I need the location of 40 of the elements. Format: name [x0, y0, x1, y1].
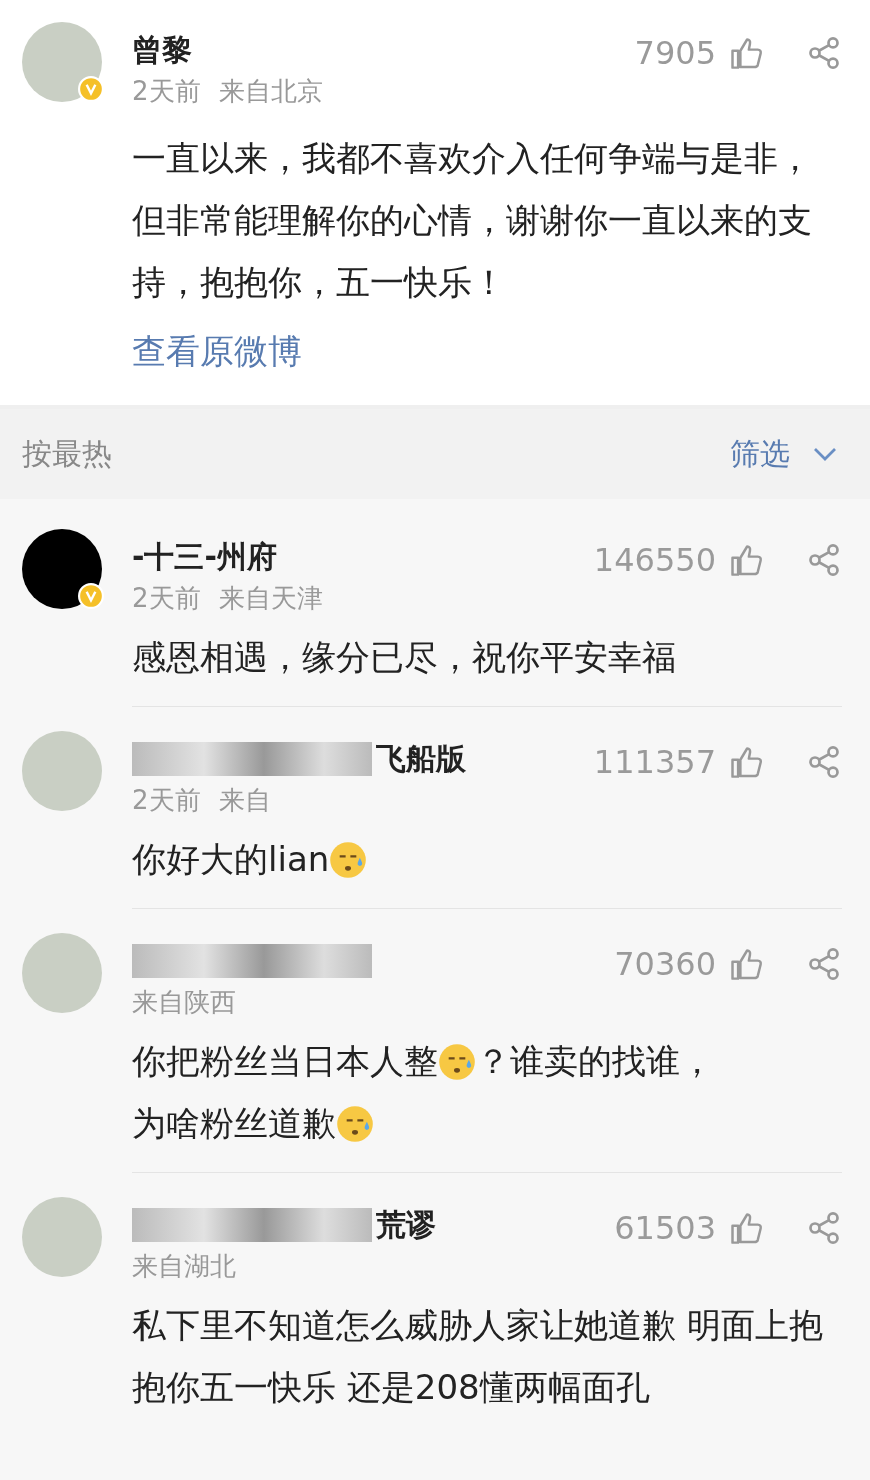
comment-time: 2天前 [132, 784, 201, 817]
comment-text: 为啥粉丝道歉 [132, 1102, 336, 1145]
thumbs-up-icon[interactable] [728, 946, 764, 982]
post-time: 2天前 [132, 75, 201, 108]
comment-text: 私下里不知道怎么威胁人家让她道歉 明面上抱抱你五一快乐 还是208懂两幅面孔 [132, 1304, 824, 1409]
share-icon[interactable] [806, 1210, 842, 1246]
like-count: 70360 [614, 945, 716, 983]
user-name[interactable]: 荒谬 [376, 1205, 436, 1245]
filter-button[interactable]: 筛选 [730, 433, 840, 475]
emoji-face-icon [438, 1043, 476, 1081]
share-icon[interactable] [806, 542, 842, 578]
like-count: 61503 [614, 1209, 716, 1247]
comment-text: ？谁卖的找谁， [476, 1040, 714, 1083]
emoji-face-icon [336, 1105, 374, 1143]
user-name[interactable]: 飞船版 [376, 739, 466, 779]
post-text: 一直以来，我都不喜欢介入任何争端与是非，但非常能理解你的心情，谢谢你一直以来的支持，抱抱你，五一快乐！ [132, 137, 813, 304]
like-count: 7905 [634, 34, 716, 72]
sort-label: 按最热 [22, 434, 112, 473]
user-name[interactable]: -十三-州府 [132, 537, 277, 577]
emoji-face-icon [329, 841, 368, 879]
comment-text: 你把粉丝当日本人整 [132, 1040, 438, 1083]
comment-time: 2天前 [132, 582, 201, 615]
comment-text: 你好大的lian [132, 838, 330, 881]
share-icon[interactable] [806, 35, 842, 71]
share-icon[interactable] [806, 946, 842, 982]
comment-location: 来自陕西 [132, 986, 236, 1019]
comment-location: 来自天津 [218, 582, 323, 615]
like-count: 111357 [593, 743, 716, 781]
comment-location: 来自湖北 [132, 1250, 236, 1283]
thumbs-up-icon[interactable] [728, 1210, 764, 1246]
view-original-link[interactable]: 查看原微博 [132, 329, 842, 375]
comment-location: 来自 [218, 784, 271, 817]
post-location: 来自北京 [218, 75, 323, 108]
comment-text: 感恩相遇，缘分已尽，祝你平安幸福 [132, 636, 676, 679]
thumbs-up-icon[interactable] [728, 542, 764, 578]
thumbs-up-icon[interactable] [728, 35, 764, 71]
share-icon[interactable] [806, 744, 842, 780]
thumbs-up-icon[interactable] [728, 744, 764, 780]
like-count: 146550 [593, 541, 716, 579]
user-name[interactable]: 曾黎 [132, 30, 635, 70]
